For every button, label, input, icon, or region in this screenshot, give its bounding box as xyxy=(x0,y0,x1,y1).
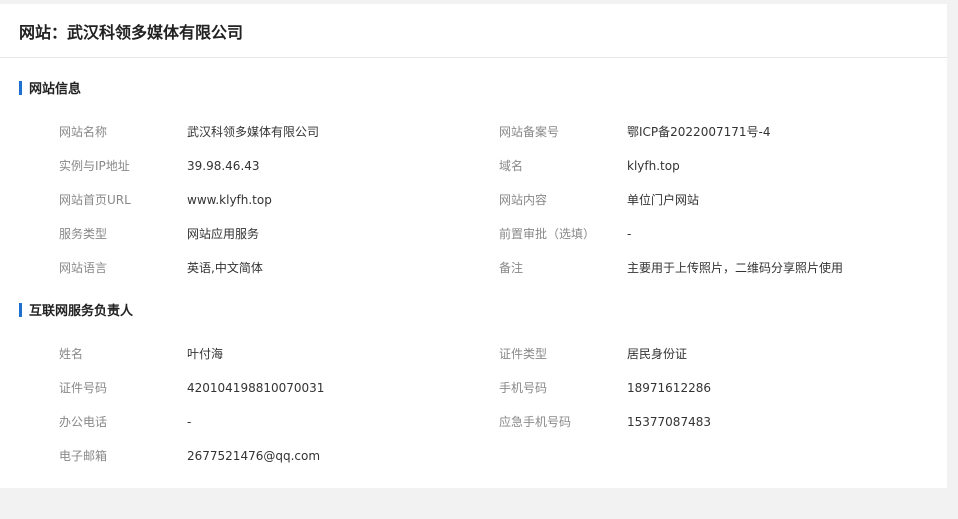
name-value: 叶付海 xyxy=(187,347,224,361)
emergency-mobile-value: 15377087483 xyxy=(627,415,711,429)
mobile-label: 手机号码 xyxy=(499,381,548,395)
remark-label: 备注 xyxy=(499,261,524,275)
record-panel: 网站： 武汉科领多媒体有限公司 网站信息 网站名称 武汉科领多媒体有限公司 网站备… xyxy=(0,4,947,488)
homepage-url-label: 网站首页URL xyxy=(59,193,131,207)
section-responsible-person: 互联网服务负责人 xyxy=(19,300,133,319)
website-name-value: 武汉科领多媒体有限公司 xyxy=(187,125,320,139)
icp-number-value: 鄂ICP备2022007171号-4 xyxy=(627,125,771,139)
website-name-label: 网站名称 xyxy=(59,125,108,139)
ip-address-value: 39.98.46.43 xyxy=(187,159,260,173)
id-type-value: 居民身份证 xyxy=(627,347,688,361)
office-phone-label: 办公电话 xyxy=(59,415,108,429)
website-language-value: 英语,中文简体 xyxy=(187,261,263,275)
page-title-prefix: 网站： xyxy=(19,22,68,42)
section-title-label: 互联网服务负责人 xyxy=(29,304,134,319)
mobile-value: 18971612286 xyxy=(627,381,711,395)
domain-label: 域名 xyxy=(499,159,524,173)
website-content-label: 网站内容 xyxy=(499,193,548,207)
homepage-url-value: www.klyfh.top xyxy=(187,193,272,207)
id-number-label: 证件号码 xyxy=(59,381,108,395)
pre-approval-value: - xyxy=(627,227,632,241)
website-content-value: 单位门户网站 xyxy=(627,193,700,207)
domain-value: klyfh.top xyxy=(627,159,680,173)
id-type-label: 证件类型 xyxy=(499,347,548,361)
office-phone-value: - xyxy=(187,415,192,429)
section-website-info: 网站信息 xyxy=(19,78,81,97)
pre-approval-label: 前置审批（选填） xyxy=(499,227,596,241)
service-type-label: 服务类型 xyxy=(59,227,108,241)
section-title-label: 网站信息 xyxy=(29,82,82,97)
section-accent-bar xyxy=(19,302,22,317)
remark-value: 主要用于上传照片，二维码分享照片使用 xyxy=(627,261,844,275)
email-label: 电子邮箱 xyxy=(59,449,108,463)
ip-address-label: 实例与IP地址 xyxy=(59,159,130,173)
page-title: 网站： 武汉科领多媒体有限公司 xyxy=(0,4,947,58)
section-accent-bar xyxy=(19,80,22,95)
emergency-mobile-label: 应急手机号码 xyxy=(499,415,572,429)
service-type-value: 网站应用服务 xyxy=(187,227,260,241)
website-language-label: 网站语言 xyxy=(59,261,108,275)
name-label: 姓名 xyxy=(59,347,84,361)
email-value: 2677521476@qq.com xyxy=(187,449,321,463)
id-number-value: 420104198810070031 xyxy=(187,381,325,395)
icp-number-label: 网站备案号 xyxy=(499,125,560,139)
page-title-company: 武汉科领多媒体有限公司 xyxy=(67,22,244,42)
page-footer-background xyxy=(0,488,958,519)
